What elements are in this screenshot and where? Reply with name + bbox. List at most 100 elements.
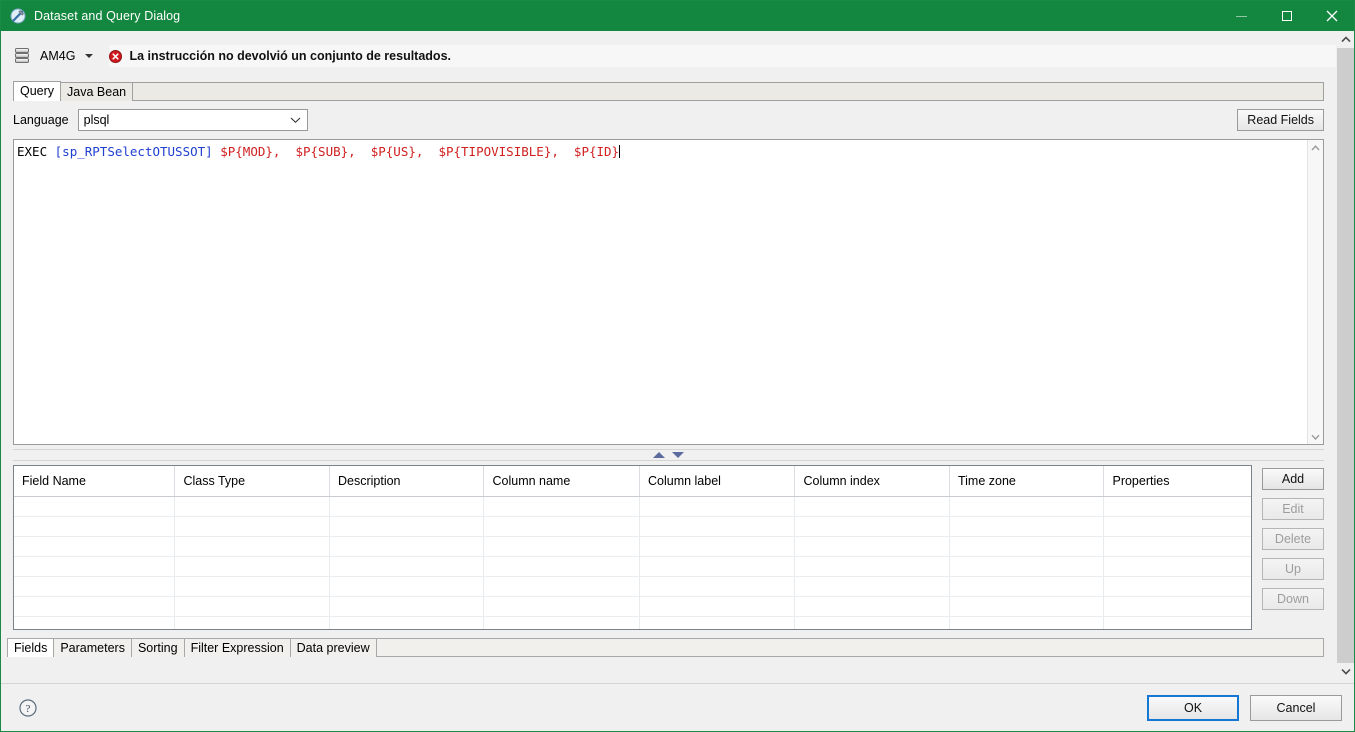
fields-table[interactable]: Field Name Class Type Description Column… — [13, 465, 1252, 630]
add-button[interactable]: Add — [1262, 468, 1324, 490]
column-header-properties[interactable]: Properties — [1104, 466, 1251, 496]
close-icon[interactable] — [1309, 1, 1354, 31]
table-cell[interactable] — [950, 517, 1105, 536]
column-header-column-index[interactable]: Column index — [795, 466, 950, 496]
table-cell[interactable] — [1104, 557, 1251, 576]
chevron-down-icon[interactable] — [1337, 663, 1354, 680]
tab-fields[interactable]: Fields — [7, 638, 55, 657]
table-cell[interactable] — [14, 517, 176, 536]
table-cell[interactable] — [640, 577, 796, 596]
table-cell[interactable] — [950, 497, 1105, 516]
table-cell[interactable] — [1104, 537, 1251, 556]
help-icon[interactable]: ? — [19, 698, 37, 717]
table-cell[interactable] — [175, 537, 330, 556]
table-cell[interactable] — [1104, 597, 1251, 616]
column-header-column-name[interactable]: Column name — [484, 466, 640, 496]
chevron-down-icon[interactable] — [1308, 429, 1323, 444]
table-cell[interactable] — [484, 557, 640, 576]
sql-editor-scrollbar[interactable] — [1307, 140, 1323, 444]
table-cell[interactable] — [14, 497, 176, 516]
table-row[interactable] — [14, 517, 1251, 537]
column-header-column-label[interactable]: Column label — [640, 466, 796, 496]
table-cell[interactable] — [795, 617, 950, 629]
table-cell[interactable] — [484, 517, 640, 536]
table-cell[interactable] — [1104, 617, 1251, 629]
table-cell[interactable] — [484, 617, 640, 629]
table-cell[interactable] — [14, 597, 176, 616]
table-cell[interactable] — [795, 497, 950, 516]
table-row[interactable] — [14, 497, 1251, 517]
table-cell[interactable] — [175, 577, 330, 596]
table-cell[interactable] — [175, 517, 330, 536]
ok-button[interactable]: OK — [1147, 694, 1239, 721]
table-cell[interactable] — [950, 557, 1105, 576]
table-cell[interactable] — [795, 537, 950, 556]
table-cell[interactable] — [795, 597, 950, 616]
language-select[interactable]: plsql — [77, 109, 308, 131]
column-header-time-zone[interactable]: Time zone — [950, 466, 1105, 496]
scrollbar-track[interactable] — [1308, 155, 1323, 429]
table-cell[interactable] — [14, 537, 176, 556]
table-cell[interactable] — [1104, 497, 1251, 516]
table-cell[interactable] — [640, 557, 796, 576]
table-cell[interactable] — [14, 617, 176, 629]
table-cell[interactable] — [330, 497, 485, 516]
column-header-field-name[interactable]: Field Name — [14, 466, 176, 496]
table-row[interactable] — [14, 577, 1251, 597]
table-cell[interactable] — [330, 517, 485, 536]
table-cell[interactable] — [330, 577, 485, 596]
table-cell[interactable] — [950, 597, 1105, 616]
column-header-description[interactable]: Description — [330, 466, 485, 496]
table-cell[interactable] — [14, 577, 176, 596]
table-cell[interactable] — [795, 557, 950, 576]
tab-filter-expression[interactable]: Filter Expression — [183, 638, 291, 657]
table-cell[interactable] — [14, 557, 176, 576]
table-cell[interactable] — [1104, 577, 1251, 596]
page-scrollbar[interactable] — [1336, 31, 1354, 680]
table-row[interactable] — [14, 557, 1251, 577]
tab-parameters[interactable]: Parameters — [53, 638, 132, 657]
tab-java-bean[interactable]: Java Bean — [60, 82, 134, 101]
scrollbar-track[interactable] — [1337, 48, 1354, 663]
datasource-name[interactable]: AM4G — [40, 49, 75, 63]
triangle-up-icon[interactable] — [653, 452, 665, 458]
tab-query[interactable]: Query — [13, 81, 62, 101]
table-cell[interactable] — [950, 537, 1105, 556]
triangle-down-icon[interactable] — [672, 452, 684, 458]
read-fields-button[interactable]: Read Fields — [1237, 109, 1324, 131]
tab-data-preview[interactable]: Data preview — [289, 638, 377, 657]
table-cell[interactable] — [330, 597, 485, 616]
cancel-button[interactable]: Cancel — [1250, 694, 1342, 721]
tab-sorting[interactable]: Sorting — [130, 638, 185, 657]
table-cell[interactable] — [484, 597, 640, 616]
table-cell[interactable] — [175, 497, 330, 516]
table-cell[interactable] — [330, 537, 485, 556]
table-body[interactable] — [14, 497, 1251, 629]
panel-splitter[interactable] — [13, 448, 1324, 462]
table-cell[interactable] — [330, 617, 485, 629]
table-cell[interactable] — [640, 517, 796, 536]
table-cell[interactable] — [640, 497, 796, 516]
column-header-class-type[interactable]: Class Type — [175, 466, 330, 496]
chevron-up-icon[interactable] — [1308, 140, 1323, 155]
table-cell[interactable] — [640, 597, 796, 616]
table-cell[interactable] — [950, 617, 1105, 629]
maximize-icon[interactable] — [1264, 1, 1309, 31]
table-row[interactable] — [14, 597, 1251, 617]
minimize-icon[interactable] — [1219, 1, 1264, 31]
table-cell[interactable] — [950, 577, 1105, 596]
table-cell[interactable] — [795, 577, 950, 596]
table-cell[interactable] — [330, 557, 485, 576]
table-cell[interactable] — [640, 617, 796, 629]
table-row[interactable] — [14, 617, 1251, 629]
table-cell[interactable] — [795, 517, 950, 536]
table-cell[interactable] — [484, 577, 640, 596]
sql-editor[interactable]: EXEC [sp_RPTSelectOTUSSOT] $P{MOD}, $P{S… — [14, 140, 1307, 444]
chevron-down-icon[interactable] — [85, 54, 94, 58]
table-row[interactable] — [14, 537, 1251, 557]
table-cell[interactable] — [175, 597, 330, 616]
table-cell[interactable] — [484, 537, 640, 556]
table-cell[interactable] — [484, 497, 640, 516]
table-cell[interactable] — [175, 617, 330, 629]
table-cell[interactable] — [640, 537, 796, 556]
